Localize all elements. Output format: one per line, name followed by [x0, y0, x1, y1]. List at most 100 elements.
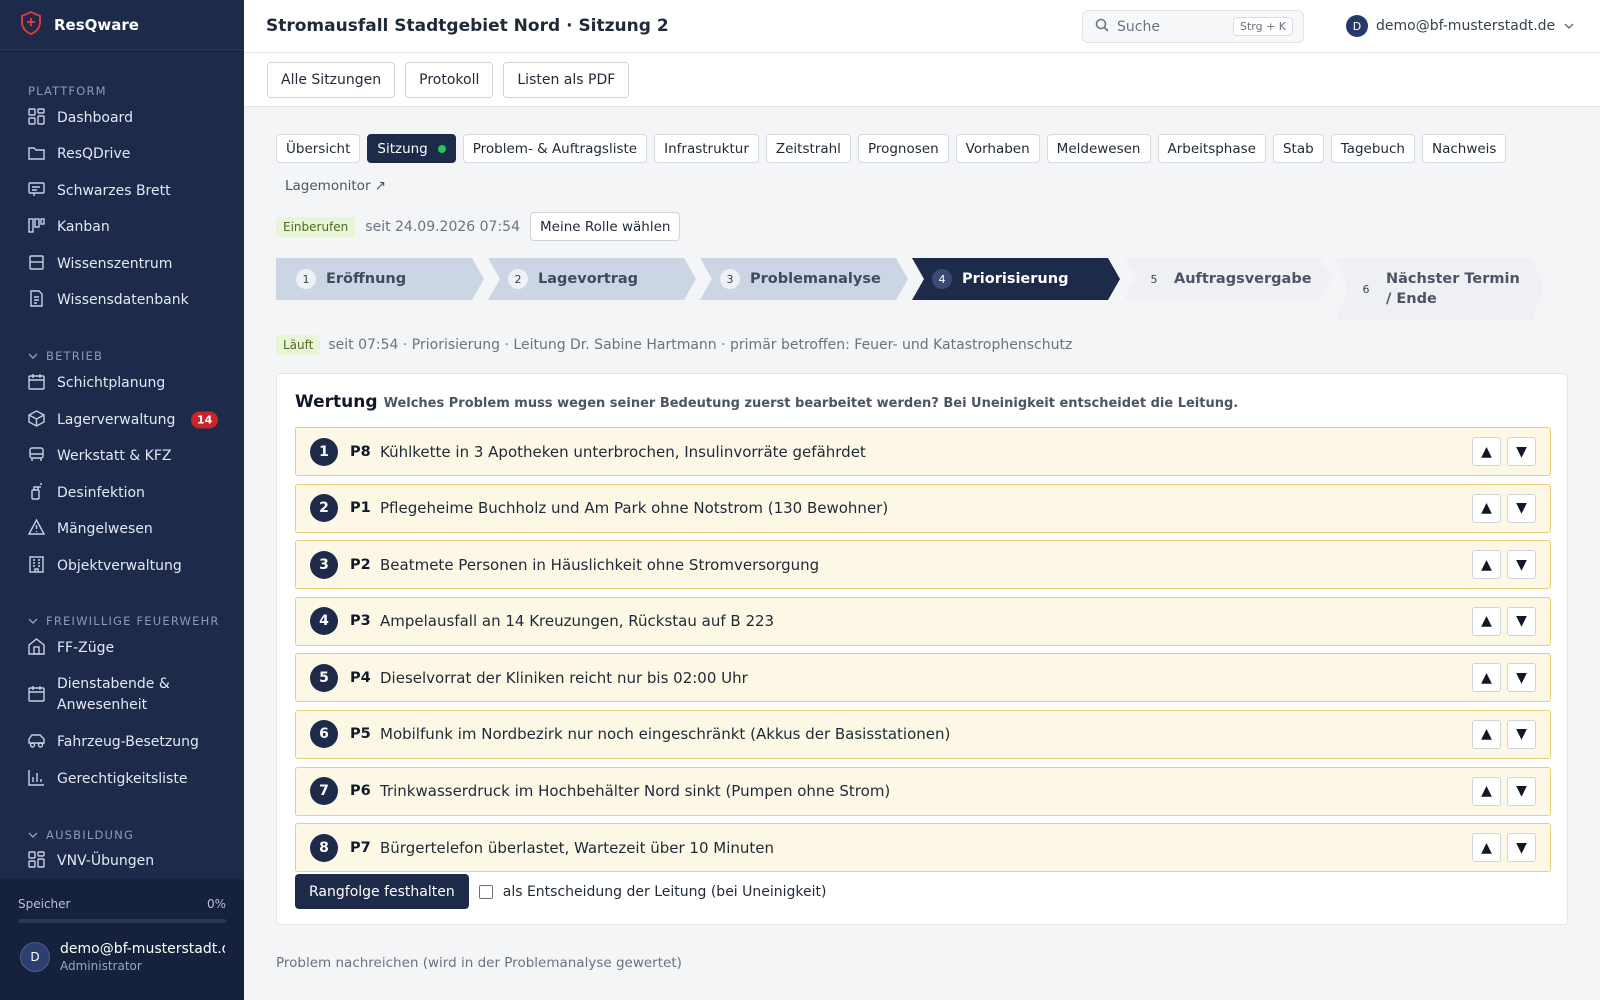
sidebar-item-mängelwesen[interactable]: Mängelwesen — [0, 518, 244, 540]
chart-icon — [28, 769, 45, 790]
sidebar-section-ausbildung[interactable]: AUSBILDUNG — [0, 828, 134, 842]
move-down-button[interactable]: ▼ — [1507, 776, 1536, 806]
leader-decision-label[interactable]: als Entscheidung der Leitung (bei Uneini… — [503, 884, 827, 900]
agenda-step-5[interactable]: 5 Auftragsvergabe — [1124, 258, 1332, 300]
choose-role-button[interactable]: Meine Rolle wählen — [529, 212, 681, 241]
storage-indicator: Speicher 0% — [18, 897, 226, 911]
sidebar-section-betrieb[interactable]: BETRIEB — [0, 349, 103, 363]
tab-tagebuch[interactable]: Tagebuch — [1330, 134, 1415, 163]
move-down-button[interactable]: ▼ — [1507, 833, 1536, 863]
tab-übersicht[interactable]: Übersicht — [276, 134, 361, 163]
step-number: 1 — [296, 269, 316, 289]
reorder-controls: ▲ ▼ — [1472, 663, 1536, 693]
problem-text: Pflegeheime Buchholz und Am Park ohne No… — [380, 499, 889, 518]
protocol-button[interactable]: Protokoll — [405, 62, 494, 98]
move-up-button[interactable]: ▲ — [1472, 776, 1501, 806]
agenda-step-3[interactable]: 3 Problemanalyse — [700, 258, 908, 300]
move-up-button[interactable]: ▲ — [1472, 550, 1501, 580]
reorder-controls: ▲ ▼ — [1472, 719, 1536, 749]
move-down-button[interactable]: ▼ — [1507, 493, 1536, 523]
sidebar-item-dienstabende-anwesenheit[interactable]: Dienstabende & Anwesenheit — [0, 673, 244, 717]
sidebar-item-vnv-übungen[interactable]: VNV-Übungen — [0, 850, 244, 872]
step-label: Lagevortrag — [538, 271, 639, 287]
tab-lagemonitor-external[interactable]: Lagemonitor ↗ — [276, 171, 395, 200]
sidebar-item-wissensdatenbank[interactable]: Wissensdatenbank — [0, 289, 244, 311]
agenda-step-6[interactable]: 6 Nächster Termin / Ende — [1336, 258, 1544, 320]
sidebar-item-gerechtigkeitsliste[interactable]: Gerechtigkeitsliste — [0, 768, 244, 790]
move-up-button[interactable]: ▲ — [1472, 437, 1501, 466]
account-menu[interactable]: D demo@bf-musterstadt.de — [1346, 15, 1575, 37]
move-up-button[interactable]: ▲ — [1472, 606, 1501, 636]
search-input[interactable]: Suche Strg + K — [1082, 10, 1304, 43]
sidebar-item-schichtplanung[interactable]: Schichtplanung — [0, 372, 244, 394]
tab-vorhaben[interactable]: Vorhaben — [955, 134, 1040, 163]
sidebar-section-freiwillige-feuerwehr[interactable]: FREIWILLIGE FEUERWEHR — [0, 614, 220, 628]
sidebar-item-lagerverwaltung[interactable]: Lagerverwaltung 14 — [0, 409, 244, 431]
tab-nachweis[interactable]: Nachweis — [1421, 134, 1507, 163]
sidebar-item-ff-züge[interactable]: FF-Züge — [0, 637, 244, 659]
sidebar-item-fahrzeug-besetzung[interactable]: Fahrzeug-Besetzung — [0, 731, 244, 753]
tab-prognosen[interactable]: Prognosen — [857, 134, 949, 163]
list-item[interactable]: 4 P3 Ampelausfall an 14 Kreuzungen, Rückst… — [295, 596, 1551, 646]
tab-sitzung[interactable]: Sitzung — [367, 134, 456, 163]
sidebar-user[interactable]: D demo@bf-musterstadt.de Administrator — [20, 941, 225, 973]
tab-problem-auftragsliste[interactable]: Problem- & Auftragsliste — [462, 134, 648, 163]
list-item[interactable]: 5 P4 Dieselvorrat der Kliniken reicht nur … — [295, 653, 1551, 703]
vehicle-icon — [28, 732, 45, 753]
tab-zeitstrahl[interactable]: Zeitstrahl — [765, 134, 851, 163]
avatar: D — [20, 942, 50, 972]
agenda-step-2[interactable]: 2 Lagevortrag — [488, 258, 696, 300]
problem-id: P2 — [350, 556, 371, 573]
list-item[interactable]: 8 P7 Bürgertelefon überlastet, Wartezeit ü… — [295, 823, 1551, 873]
sidebar-item-objektverwaltung[interactable]: Objektverwaltung — [0, 555, 244, 577]
brand-name: ResQware — [54, 15, 139, 34]
move-up-button[interactable]: ▲ — [1472, 493, 1501, 523]
problem-text: Beatmete Personen in Häuslichkeit ohne S… — [380, 555, 820, 574]
lists-pdf-button[interactable]: Listen als PDF — [503, 62, 630, 98]
all-sessions-button[interactable]: Alle Sitzungen — [267, 62, 396, 98]
list-item[interactable]: 7 P6 Trinkwasserdruck im Hochbehälter Nord… — [295, 766, 1551, 816]
brand[interactable]: ResQware — [0, 0, 244, 50]
move-down-button[interactable]: ▼ — [1507, 719, 1536, 749]
sidebar-item-desinfektion[interactable]: Desinfektion — [0, 482, 244, 504]
rank-badge: 4 — [310, 607, 338, 636]
list-item[interactable]: 2 P1 Pflegeheime Buchholz und Am Park ohne… — [295, 483, 1551, 533]
sidebar-item-werkstatt-kfz[interactable]: Werkstatt & KFZ — [0, 445, 244, 467]
sidebar-item-kanban[interactable]: Kanban — [0, 216, 244, 238]
move-down-button[interactable]: ▼ — [1507, 663, 1536, 693]
priority-list: 1 P8 Kühlkette in 3 Apotheken unterbrochen… — [295, 427, 1551, 880]
move-up-button[interactable]: ▲ — [1472, 719, 1501, 749]
move-up-button[interactable]: ▲ — [1472, 663, 1501, 693]
move-up-button[interactable]: ▲ — [1472, 833, 1501, 863]
agenda-step-4[interactable]: 4 Priorisierung — [912, 258, 1120, 300]
agenda-step-1[interactable]: 1 Eröffnung — [276, 258, 484, 300]
add-problem-link[interactable]: Problem nachreichen (wird in der Problem… — [276, 955, 682, 971]
tab-stab[interactable]: Stab — [1272, 134, 1324, 163]
tab-meldewesen[interactable]: Meldewesen — [1046, 134, 1151, 163]
tab-infrastruktur[interactable]: Infrastruktur — [654, 134, 759, 163]
sidebar-item-wissenszentrum[interactable]: Wissenszentrum — [0, 253, 244, 275]
list-item[interactable]: 3 P2 Beatmete Personen in Häuslichkeit ohn… — [295, 540, 1551, 590]
sidebar-item-label: VNV-Übungen — [57, 852, 155, 869]
tab-label: Zeitstrahl — [775, 140, 841, 157]
list-item[interactable]: 1 P8 Kühlkette in 3 Apotheken unterbrochen… — [295, 427, 1551, 476]
arrow-up-icon: ▲ — [1481, 500, 1492, 517]
calendar-icon — [28, 685, 45, 706]
move-down-button[interactable]: ▼ — [1507, 550, 1536, 580]
commit-ranking-button[interactable]: Rangfolge festhalten — [295, 874, 469, 909]
session-tabs: Übersicht Sitzung Problem- & Auftragsliste… — [276, 134, 1576, 200]
sidebar-item-schwarzes-brett[interactable]: Schwarzes Brett — [0, 180, 244, 202]
tab-label: Prognosen — [867, 140, 939, 157]
leader-decision-checkbox[interactable] — [478, 884, 493, 899]
move-down-button[interactable]: ▼ — [1507, 437, 1536, 466]
tab-arbeitsphase[interactable]: Arbeitsphase — [1157, 134, 1266, 163]
tab-label: Arbeitsphase — [1167, 140, 1256, 157]
sidebar-item-dashboard[interactable]: Dashboard — [0, 107, 244, 129]
arrow-up-icon: ▲ — [1481, 613, 1492, 630]
sidebar-item-resqdrive[interactable]: ResQDrive — [0, 143, 244, 165]
list-item[interactable]: 6 P5 Mobilfunk im Nordbezirk nur noch eing… — [295, 709, 1551, 759]
problem-id: P1 — [350, 500, 371, 517]
calendar-icon — [28, 373, 45, 394]
step-label: Problemanalyse — [750, 271, 881, 287]
move-down-button[interactable]: ▼ — [1507, 606, 1536, 636]
